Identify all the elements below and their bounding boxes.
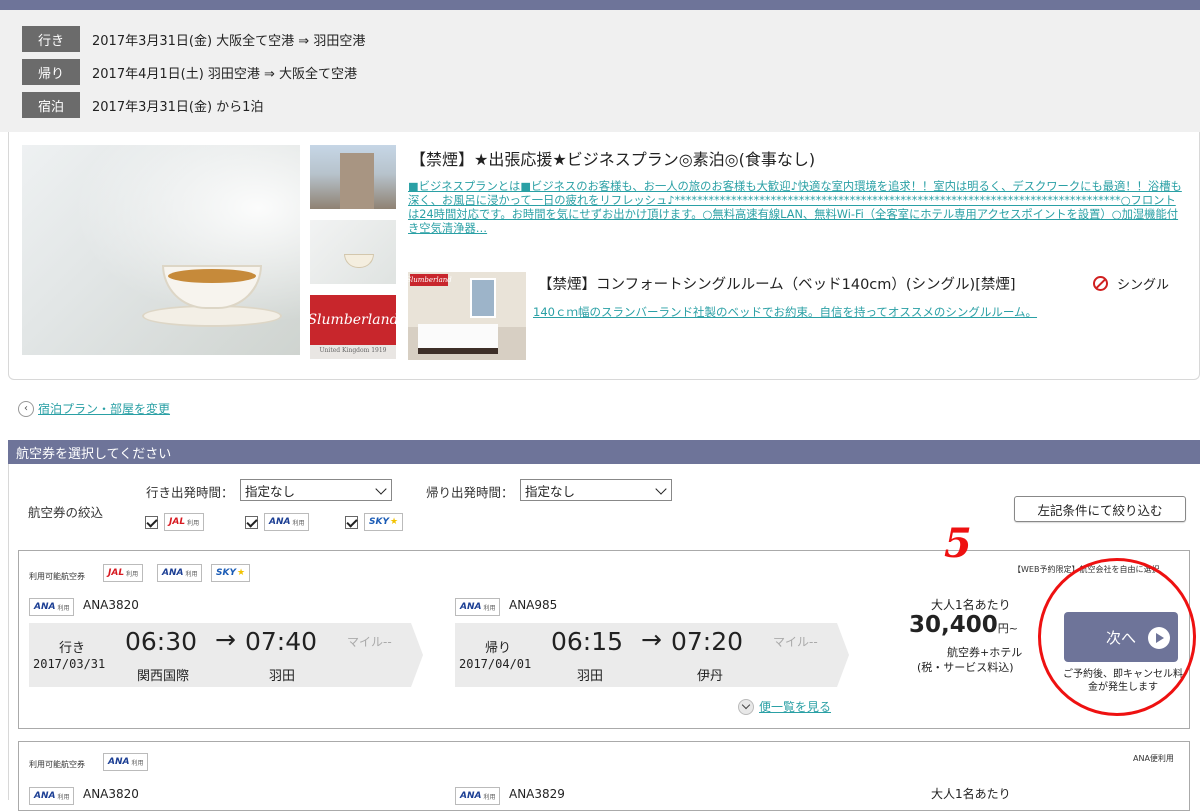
room-title: 【禁煙】コンフォートシングルルーム（ベッド140cm）(シングル)[禁煙] [538,277,1016,293]
summary-row-return: 帰り 2017年4月1日(土) 羽田空港 ⇒ 大阪全て空港 [22,59,357,85]
price-sub-tax: (税・サービス料込) [917,661,1014,674]
inbound-flight-number: ANA3829 [509,787,565,801]
ana-badge: ANA 利用 [455,598,501,616]
segment-date: 2017/04/01 [459,657,532,671]
jal-badge: JAL 利用 [103,564,144,582]
top-accent-bar [0,0,1200,10]
slumberland-logo: Slumberland [310,295,396,345]
room-photo: Slumberland [408,272,526,360]
ana-badge: ANA 利用 [264,513,310,531]
arrival-airport: 伊丹 [697,669,724,684]
annotation-number: 5 [944,520,972,567]
filter-label: 航空券の絞込 [28,505,104,520]
ana-badge: ANA 利用 [455,787,501,805]
segment-direction: 行き [59,641,86,656]
itinerary-summary: 行き 2017年3月31日(金) 大阪全て空港 ⇒ 羽田空港 帰り 2017年4… [0,10,1200,132]
room-description-link[interactable]: 140ｃｍ幅のスランバーランド社製のベッドでお約束。自信を持ってオススメのシング… [533,304,1037,320]
segment-date: 2017/03/31 [33,657,106,671]
ana-only-note: ANA便利用 [1133,754,1174,763]
departure-time: 06:15 [551,627,624,656]
hotel-thumbnail-building[interactable] [310,145,396,209]
summary-text: 2017年3月31日(金) 大阪全て空港 ⇒ 羽田空港 [92,33,366,49]
departure-airport: 羽田 [577,669,604,684]
outbound-flight-number: ANA3820 [83,787,139,801]
ana-badge: ANA 利用 [157,564,203,582]
dep-time-select[interactable]: 指定なし [240,479,392,501]
dep-time-label: 行き出発時間： [146,485,234,500]
summary-row-stay: 宿泊 2017年3月31日(金) から1泊 [22,92,263,118]
view-flights-label: 便一覧を見る [759,700,832,714]
departure-airport: 関西国際 [137,669,190,684]
sky-badge: SKY ★ [211,564,251,582]
ret-time-label: 帰り出発時間： [426,485,514,500]
ana-badge: ANA 利用 [29,787,75,805]
dep-time-value: 指定なし [245,483,296,499]
arrow-icon: → [641,625,662,654]
arrival-airport: 羽田 [269,669,296,684]
price-caption: 大人1名あたり [931,787,1011,801]
ana-badge: ANA 利用 [29,598,75,616]
flight-option-card: 利用可能航空券 ANA 利用 ANA便利用 ANA 利用 ANA3820 ANA 利用… [18,741,1190,811]
available-airlines-label: 利用可能航空券 [29,760,85,769]
view-flights-link[interactable]: 便一覧を見る [738,698,831,715]
ana-badge: ANA 利用 [103,753,149,771]
ret-time-select[interactable]: 指定なし [520,479,672,501]
summary-tag: 行き [22,26,80,52]
jal-logo: JAL [169,517,186,527]
departure-time: 06:30 [125,627,198,656]
slumberland-logo-mini: Slumberland [408,274,452,286]
arrow-icon: → [215,625,236,654]
arrival-time: 07:20 [671,627,744,656]
no-smoking-icon [1093,276,1108,291]
price-unit: 円~ [997,622,1018,635]
outbound-segment: 行き 2017/03/31 06:30 → 07:40 関西国際 羽田 マイル-… [29,623,423,687]
inbound-segment: 帰り 2017/04/01 06:15 → 07:20 羽田 伊丹 マイル-- [455,623,849,687]
annotation-circle [1038,558,1196,716]
chevron-left-icon: ‹ [18,400,34,417]
outbound-flight-number: ANA3820 [83,598,139,612]
arrival-time: 07:40 [245,627,318,656]
summary-row-outbound: 行き 2017年3月31日(金) 大阪全て空港 ⇒ 羽田空港 [22,26,365,52]
hotel-thumbnail-slumberland[interactable]: Slumberland United Kingdom 1919 [310,295,396,359]
change-plan-link[interactable]: ‹ 宿泊プラン・部屋を変更 [18,400,170,417]
hotel-thumbnail-tea[interactable] [310,220,396,284]
segment-direction: 帰り [485,641,512,656]
summary-text: 2017年3月31日(金) から1泊 [92,99,264,115]
plan-description-link[interactable]: ■ビジネスプランとは■ビジネスのお客様も、お一人の旅のお客様も大歓迎♪快適な室内… [408,180,1186,236]
jal-badge: JAL 利用 [164,513,205,531]
ana-checkbox[interactable] [245,516,258,529]
ret-time-value: 指定なし [525,483,576,499]
price-value: 30,400円~ [909,612,1018,638]
change-plan-label: 宿泊プラン・部屋を変更 [38,402,171,416]
inbound-flight-number: ANA985 [509,598,558,612]
sky-badge: SKY ★ [364,513,404,531]
ana-logo: ANA [269,517,291,527]
summary-tag: 帰り [22,59,80,85]
sky-checkbox[interactable] [345,516,358,529]
available-airlines-label: 利用可能航空券 [29,572,85,581]
price-caption: 大人1名あたり [931,598,1011,612]
chevron-down-icon [738,698,754,715]
sky-logo: SKY [369,517,389,527]
mileage: マイル-- [347,635,392,649]
mileage: マイル-- [773,635,818,649]
summary-text: 2017年4月1日(土) 羽田空港 ⇒ 大阪全て空港 [92,66,358,82]
chevron-down-icon [375,483,387,495]
chevron-down-icon [655,483,667,495]
flight-section-header: 航空券を選択してください [8,440,1200,464]
flight-option-card: 利用可能航空券 JAL 利用 ANA 利用 SKY ★ 【WEB予約限定】航空会社を自… [18,550,1190,729]
hotel-main-photo [22,145,300,355]
slumberland-logo-sub: United Kingdom 1919 [319,347,387,354]
price-sub-package: 航空券+ホテル [947,646,1023,659]
plan-title: 【禁煙】★出張応援★ビジネスプラン◎素泊◎(食事なし) [410,150,816,169]
room-type: シングル [1117,278,1170,293]
narrow-filter-button[interactable]: 左記条件にて絞り込む [1014,496,1186,522]
jal-checkbox[interactable] [145,516,158,529]
summary-tag: 宿泊 [22,92,80,118]
